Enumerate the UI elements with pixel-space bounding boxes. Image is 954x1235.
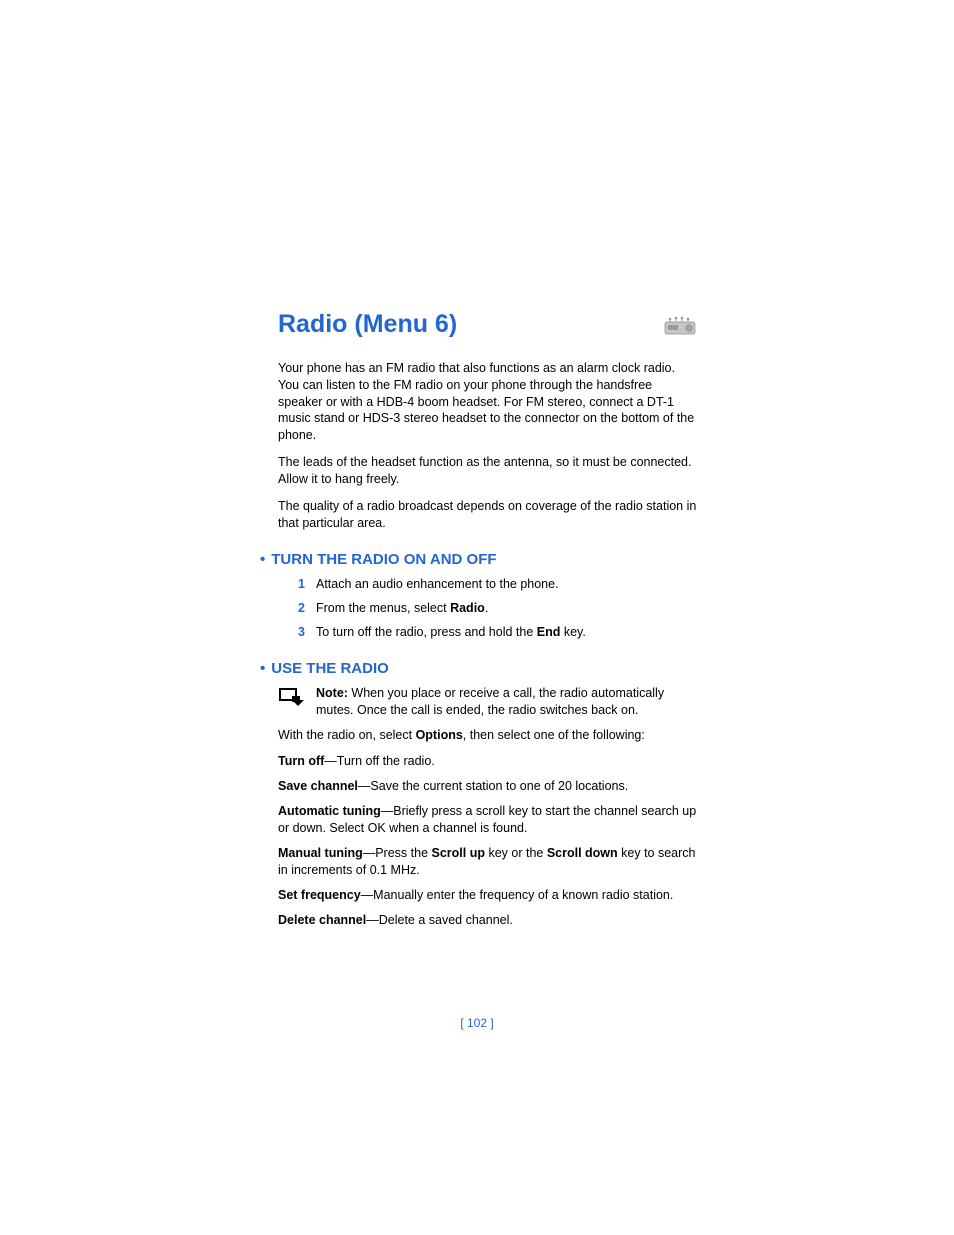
section-heading-use-radio: •USE THE RADIO [260,659,698,679]
intro-paragraph: The leads of the headset function as the… [278,454,698,488]
option-item: Automatic tuning—Briefly press a scroll … [278,803,698,837]
option-item: Save channel—Save the current station to… [278,778,698,795]
page-content: Radio (Menu 6) Your phone has an FM radi… [278,308,698,936]
step-item: 2From the menus, select Radio. [298,600,698,617]
section-heading-turn-on-off: •TURN THE RADIO ON AND OFF [260,550,698,570]
step-item: 1Attach an audio enhancement to the phon… [298,576,698,593]
note-block: Note: When you place or receive a call, … [278,685,698,719]
option-item: Set frequency—Manually enter the frequen… [278,887,698,904]
intro-paragraph: Your phone has an FM radio that also fun… [278,360,698,444]
intro-paragraph: The quality of a radio broadcast depends… [278,498,698,532]
steps-list: 1Attach an audio enhancement to the phon… [278,576,698,641]
option-item: Delete channel—Delete a saved channel. [278,912,698,929]
option-item: Manual tuning—Press the Scroll up key or… [278,845,698,879]
option-item: Turn off—Turn off the radio. [278,753,698,770]
page-title: Radio (Menu 6) [278,308,457,342]
note-text: Note: When you place or receive a call, … [316,685,698,719]
page-number: [ 102 ] [0,1015,954,1031]
step-item: 3To turn off the radio, press and hold t… [298,624,698,641]
note-icon [278,687,306,719]
options-lead: With the radio on, select Options, then … [278,727,698,744]
title-row: Radio (Menu 6) [278,308,698,342]
radio-icon [664,315,698,335]
